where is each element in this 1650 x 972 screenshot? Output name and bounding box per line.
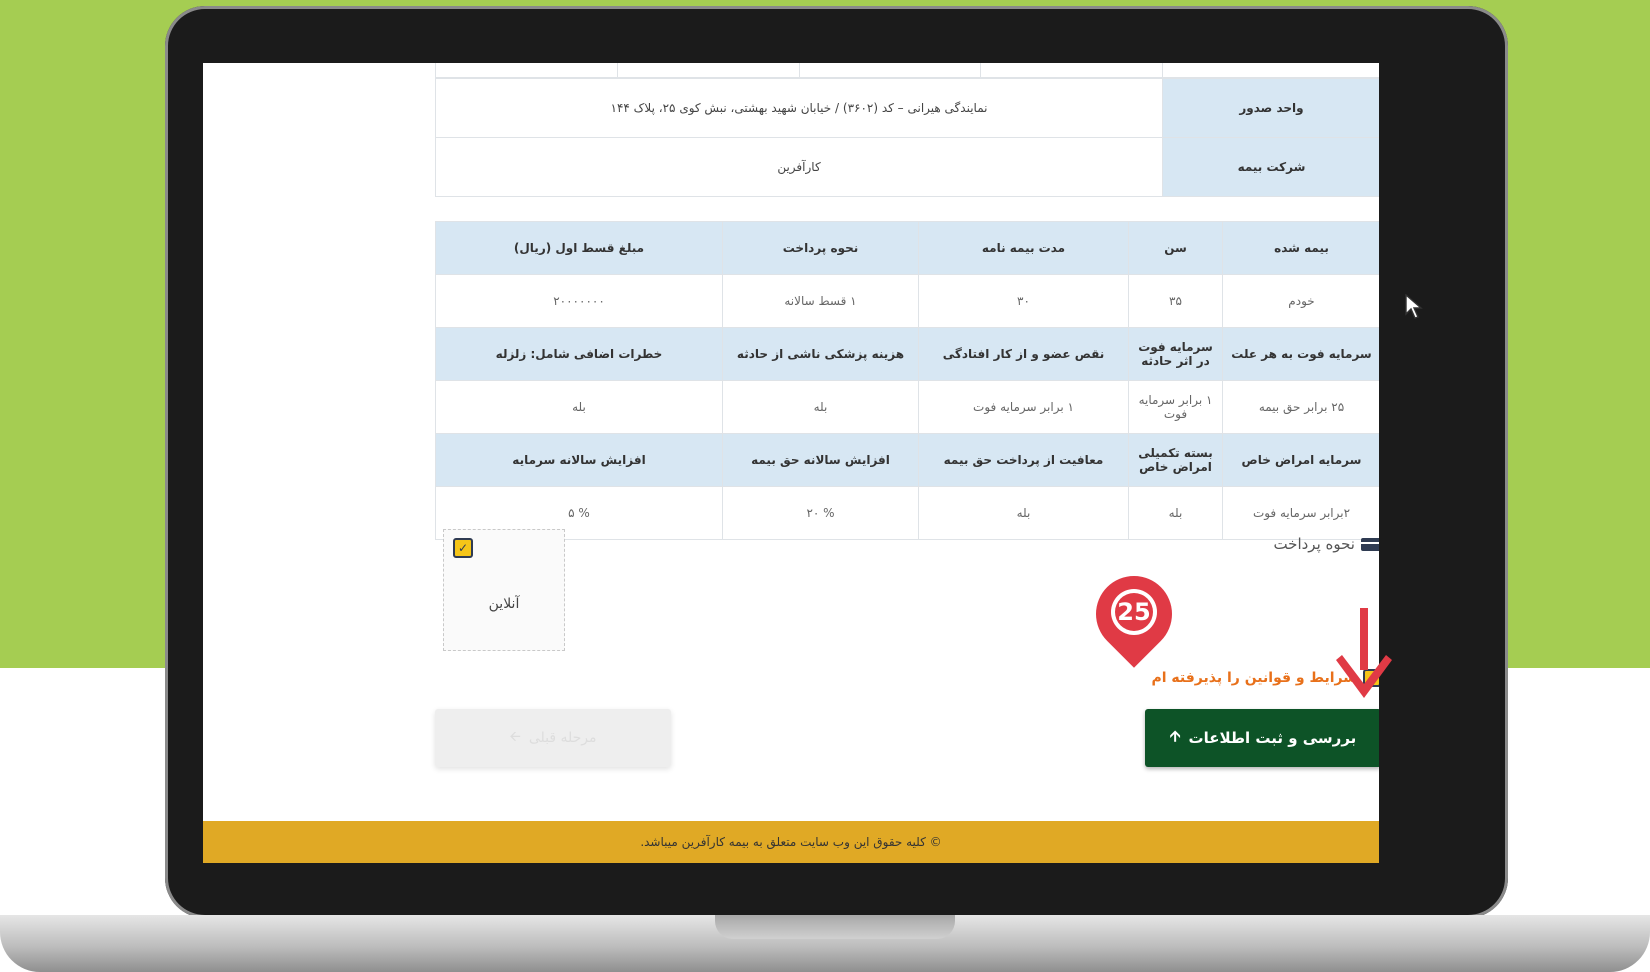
insurer-value: کارآفرین xyxy=(435,137,1163,197)
column-header: بسته تکمیلی امراض خاص xyxy=(1128,433,1223,487)
table-cell: ۱ برابر سرمایه فوت xyxy=(1128,380,1223,434)
column-header: سن xyxy=(1128,221,1223,275)
policy-summary-table: بیمه شده سن مدت بیمه نامه نحوه پرداخت مب… xyxy=(435,221,1379,540)
payment-option-online[interactable]: ✓ آنلاین xyxy=(443,529,565,651)
table-header-row: سرمایه فوت به هر علت سرمایه فوت در اثر ح… xyxy=(435,327,1379,381)
step-number-badge: 25 xyxy=(1115,593,1153,631)
submit-label: بررسی و ثبت اطلاعات xyxy=(1188,729,1357,747)
credit-card-icon xyxy=(1361,537,1379,551)
column-header: معافیت از پرداخت حق بیمه xyxy=(918,433,1129,487)
issuer-row: واحد صدور نمایندگی هیرانی – کد (۳۶۰۲) / … xyxy=(435,78,1379,138)
issuer-value: نمایندگی هیرانی – کد (۳۶۰۲) / خیابان شهی… xyxy=(435,78,1163,138)
browser-screen: واحد صدور نمایندگی هیرانی – کد (۳۶۰۲) / … xyxy=(203,63,1379,863)
table-cell: ۱ برابر سرمایه فوت xyxy=(918,380,1129,434)
table-cell: ۱ قسط سالانه xyxy=(722,274,919,328)
arrow-up-icon: 🡩 xyxy=(1169,726,1181,745)
column-header: افزایش سالانه حق بیمه xyxy=(722,433,919,487)
payment-title-text: نحوه پرداخت xyxy=(1273,535,1355,553)
column-header: مبلغ قسط اول (ریال) xyxy=(435,221,723,275)
table-cell: ۳۰ xyxy=(918,274,1129,328)
table-row: ۲برابر سرمایه فوت بله بله % ۲۰ % ۵ xyxy=(435,486,1379,540)
payment-option-label: آنلاین xyxy=(488,596,520,612)
table-cell: ۳۵ xyxy=(1128,274,1223,328)
column-header: خطرات اضافی شامل: زلزله xyxy=(435,327,723,381)
prev-label: مرحله قبلی xyxy=(528,730,597,746)
mouse-cursor-icon xyxy=(1405,294,1423,319)
payment-method-title: نحوه پرداخت xyxy=(1273,535,1379,553)
table-cell: بله xyxy=(1128,486,1223,540)
table-cell: بله xyxy=(722,380,919,434)
table-header-row: سرمایه امراض خاص بسته تکمیلی امراض خاص م… xyxy=(435,433,1379,487)
column-header: هزینه پزشکی ناشی از حادثه xyxy=(722,327,919,381)
table-cell: % ۲۰ xyxy=(722,486,919,540)
insurer-label: شرکت بیمه xyxy=(1162,137,1379,197)
site-footer: © کلیه حقوق این وب سایت متعلق به بیمه کا… xyxy=(203,821,1379,863)
table-row: خودم ۳۵ ۳۰ ۱ قسط سالانه ۲۰۰۰۰۰۰۰ xyxy=(435,274,1379,328)
column-header: بیمه شده xyxy=(1222,221,1379,275)
review-submit-button[interactable]: بررسی و ثبت اطلاعات 🡩 xyxy=(1145,709,1379,767)
copyright-text: © کلیه حقوق این وب سایت متعلق به بیمه کا… xyxy=(640,835,942,849)
terms-label[interactable]: شرایط و قوانین را پذیرفته ام xyxy=(1151,670,1357,686)
red-down-arrow-icon xyxy=(1336,608,1392,698)
issuer-label: واحد صدور xyxy=(1162,78,1379,138)
table-header-row: بیمه شده سن مدت بیمه نامه نحوه پرداخت مب… xyxy=(435,221,1379,275)
table-cell: بله xyxy=(918,486,1129,540)
table-row: ۲۵ برابر حق بیمه ۱ برابر سرمایه فوت ۱ بر… xyxy=(435,380,1379,434)
table-cell: ۲۰۰۰۰۰۰۰ xyxy=(435,274,723,328)
insurer-row: شرکت بیمه کارآفرین xyxy=(435,137,1379,197)
column-header: سرمایه فوت به هر علت xyxy=(1222,327,1379,381)
column-header: سرمایه امراض خاص xyxy=(1222,433,1379,487)
table-cell: ۲۵ برابر حق بیمه xyxy=(1222,380,1379,434)
cut-off-table xyxy=(435,63,1379,78)
laptop-notch xyxy=(715,915,955,939)
column-header: نقص عضو و از کار افتادگی xyxy=(918,327,1129,381)
page-content: واحد صدور نمایندگی هیرانی – کد (۳۶۰۲) / … xyxy=(435,63,1379,767)
column-header: سرمایه فوت در اثر حادثه xyxy=(1128,327,1223,381)
table-cell: بله xyxy=(435,380,723,434)
column-header: افزایش سالانه سرمایه xyxy=(435,433,723,487)
previous-step-button[interactable]: مرحله قبلی 🡨 xyxy=(435,709,671,767)
issuer-info-table: واحد صدور نمایندگی هیرانی – کد (۳۶۰۲) / … xyxy=(435,78,1379,197)
table-cell: خودم xyxy=(1222,274,1379,328)
checkbox-checked-icon[interactable]: ✓ xyxy=(453,538,473,558)
table-cell: ۲برابر سرمایه فوت xyxy=(1222,486,1379,540)
column-header: مدت بیمه نامه xyxy=(918,221,1129,275)
column-header: نحوه پرداخت xyxy=(722,221,919,275)
arrow-left-icon: 🡨 xyxy=(509,729,521,745)
